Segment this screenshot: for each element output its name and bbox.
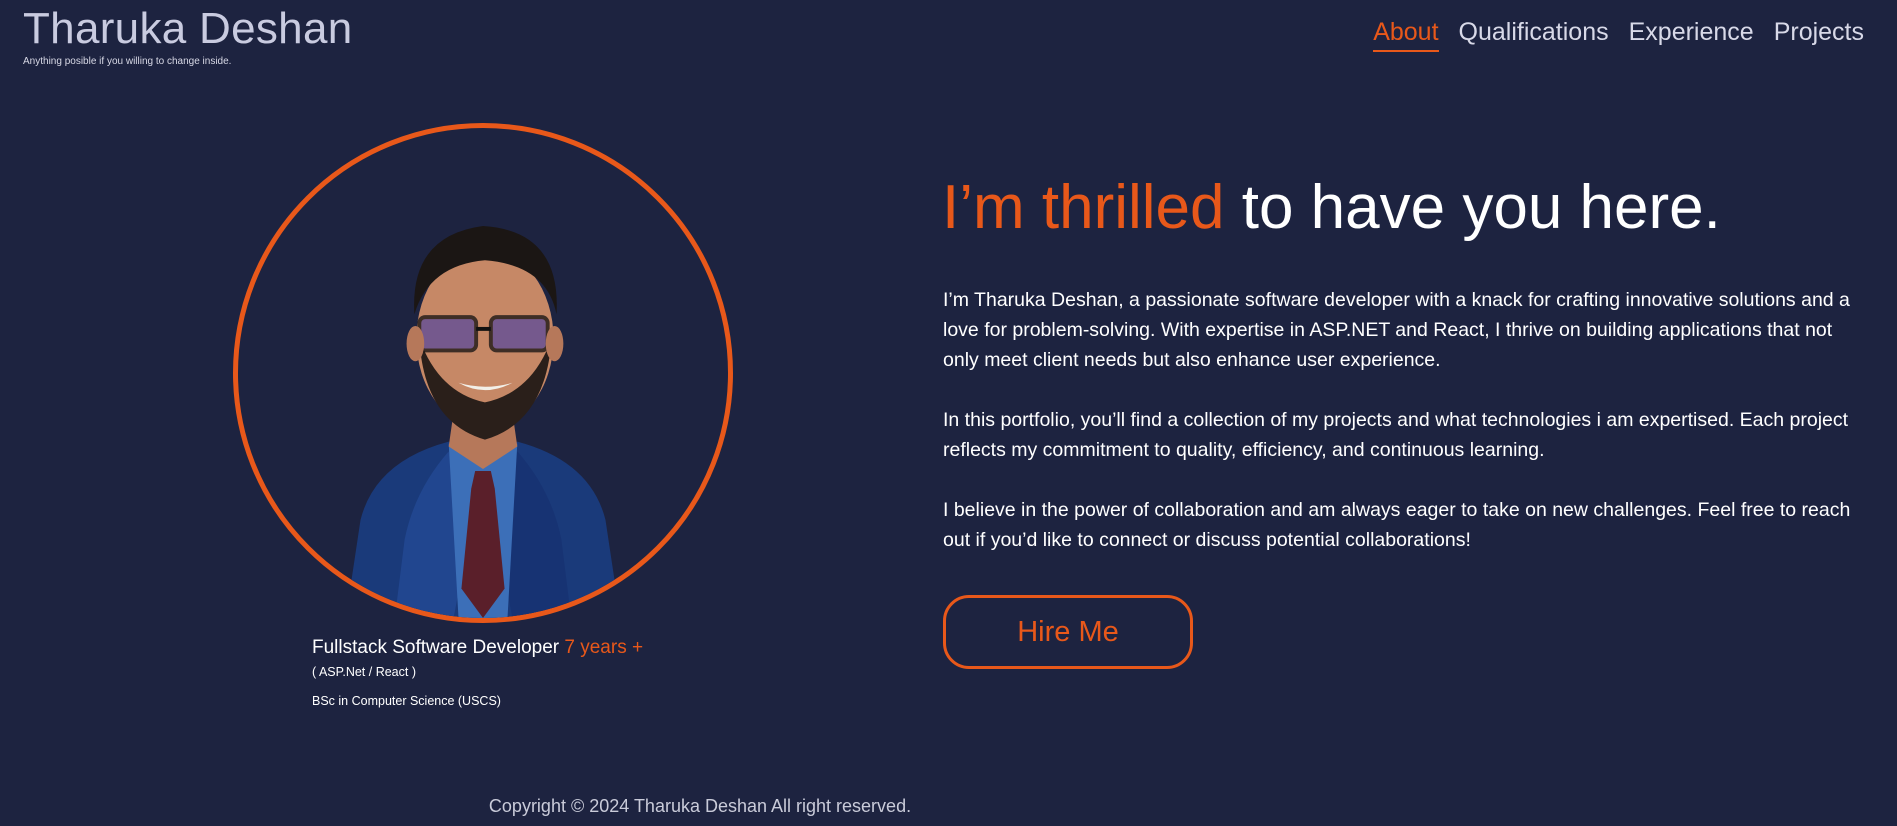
role-label: Fullstack Software Developer [312,637,560,658]
hire-me-button[interactable]: Hire Me [943,595,1193,669]
headline-accent: I’m thrilled [942,173,1225,242]
experience-years: 7 years + [564,637,644,658]
nav-qualifications[interactable]: Qualifications [1459,18,1609,52]
brand-tagline: Anything posible if you willing to chang… [23,56,232,67]
intro-paragraph-2: In this portfolio, you’ll find a collect… [943,409,1849,461]
page-headline: I’m thrilled to have you here. [942,170,1721,246]
degree: BSc in Computer Science (USCS) [312,694,501,708]
brand: Tharuka Deshan Anything posible if you w… [23,4,353,67]
brand-name[interactable]: Tharuka Deshan [23,4,353,54]
nav-about[interactable]: About [1373,18,1439,52]
tech-stack: ( ASP.Net / React ) [312,665,416,679]
nav-projects[interactable]: Projects [1774,18,1864,52]
nav-experience[interactable]: Experience [1629,18,1754,52]
role-title: Fullstack Software Developer 7 years + [312,637,643,659]
headline-rest: to have you here. [1224,173,1721,242]
main-nav: About Qualifications Experience Projects [1373,18,1864,52]
profile-photo [233,123,733,623]
intro-paragraph-3: I believe in the power of collaboration … [943,499,1851,551]
footer-copyright: Copyright © 2024 Tharuka Deshan All righ… [488,796,912,816]
profile-photo-illustration [345,226,621,618]
intro-paragraph-1: I’m Tharuka Deshan, a passionate softwar… [943,289,1850,371]
page: Tharuka Deshan Anything posible if you w… [0,0,1897,826]
